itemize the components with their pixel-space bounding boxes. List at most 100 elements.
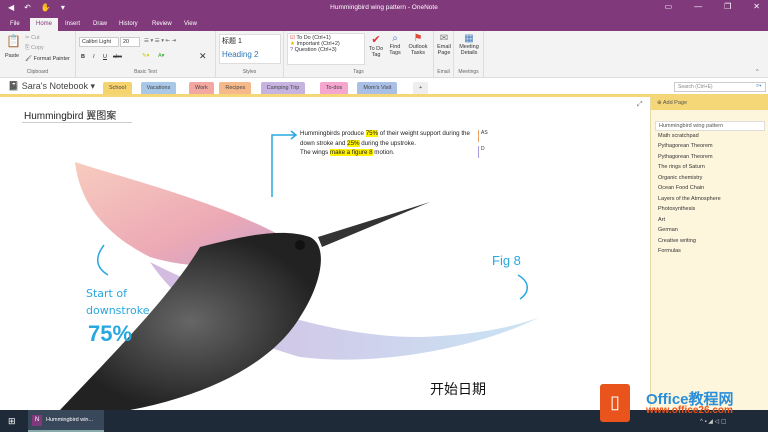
clipboard-label: Clipboard (26, 69, 49, 75)
page-list-item[interactable]: Math scratchpad (655, 132, 765, 142)
bird-beak (318, 202, 430, 247)
style-heading-2[interactable]: Heading 2 (222, 50, 278, 59)
notebook-bar: 📓 Sara's Notebook ▾ School Vacations Work R… (0, 78, 768, 95)
search-icon[interactable]: ⌕▾ (756, 83, 761, 90)
office-logo-icon: ▯ (600, 384, 630, 422)
notebook-name: Sara's Notebook (21, 81, 88, 91)
add-page-label: Add Page (662, 100, 688, 106)
envelope-icon: ✉ (439, 33, 449, 44)
highlight-75: 75% (365, 130, 379, 137)
cut-label: Cut (31, 35, 40, 41)
meeting-details-label: Meeting Details (459, 44, 479, 56)
title-bar: ◀ ↶ ✋ ▾ Hummingbird wing pattern - OneNo… (0, 0, 768, 16)
styles-label: Styles (242, 69, 257, 75)
note-text-part: The wings (300, 149, 330, 156)
start-icon[interactable]: ⊞ (8, 416, 16, 427)
ribbon-display-icon[interactable]: ▭ (665, 2, 673, 11)
flag-icon: ⚑ (413, 33, 423, 44)
tags-gallery[interactable]: ☑ To Do (Ctrl+1) ★ Important (Ctrl+2) ? … (287, 33, 365, 65)
onenote-icon: N (32, 415, 42, 426)
styles-gallery[interactable]: 标题 1 Heading 2 (219, 34, 281, 64)
strikethrough-button[interactable]: abc (113, 54, 122, 60)
outlook-tasks-label: Outlook Tasks (408, 44, 428, 56)
tab-home[interactable]: Home (30, 18, 59, 31)
page-list-item[interactable]: Creative writing (655, 237, 765, 247)
page-list-item[interactable]: Photosynthesis (655, 205, 765, 215)
page-list-item[interactable]: Art (655, 216, 765, 226)
styles-group: 标题 1 Heading 2 Styles (216, 31, 284, 77)
page-list-item[interactable]: The rings of Saturn (655, 163, 765, 173)
list-buttons[interactable]: ☰ ▾ ☰ ▾ ⇤ ⇥ (144, 38, 176, 44)
author-mark: AS (478, 130, 488, 142)
find-tags-button[interactable]: ⌕ Find Tags (387, 33, 403, 56)
page-list-item[interactable]: German (655, 226, 765, 236)
todo-tag-label: To Do Tag (368, 46, 384, 58)
outlook-tasks-button[interactable]: ⚑ Outlook Tasks (406, 33, 430, 56)
style-title[interactable]: 标题 1 (222, 36, 278, 46)
basic-text-group: Calibri Light 20 ☰ ▾ ☰ ▾ ⇤ ⇥ B I U abc ✎… (76, 31, 216, 77)
email-group: ✉ Email Page Email (434, 31, 454, 77)
page-list-item[interactable]: Pythagorean Theorem (655, 153, 765, 163)
tag-question[interactable]: ? Question (Ctrl+3) (290, 47, 362, 53)
notebook-icon: 📓 (8, 81, 20, 91)
taskbar-app-label: Hummingbird win... (46, 417, 94, 423)
page-list-item[interactable]: Pythagorean Theorem (655, 142, 765, 152)
basic-text-label: Basic Text (134, 69, 157, 75)
taskbar-onenote[interactable]: N Hummingbird win... (28, 410, 104, 432)
ink-downstroke: downstroke (86, 304, 150, 317)
page-list-item[interactable]: Ocean Food Chain (655, 184, 765, 194)
ink-75-percent: 75% (88, 321, 133, 346)
watermark-url: www.office26.com (646, 405, 733, 416)
todo-tag-button[interactable]: ✔ To Do Tag (368, 33, 384, 58)
note-text[interactable]: Hummingbirds produce 75% of their weight… (300, 129, 480, 158)
meetings-group: ▦ Meeting Details Meetings (454, 31, 484, 77)
author-mark: D (478, 146, 485, 158)
page-list-item[interactable]: Hummingbird wing pattern (655, 121, 765, 131)
question-icon: ? (290, 47, 294, 53)
format-painter-button[interactable]: 🖌 Format Painter (25, 56, 70, 62)
font-select[interactable]: Calibri Light (79, 37, 119, 47)
clear-formatting-icon[interactable]: ✕ (199, 51, 207, 62)
tab-draw[interactable]: Draw (87, 18, 113, 31)
copy-button[interactable]: ⎘ Copy (25, 45, 44, 52)
tab-view[interactable]: View (178, 18, 203, 31)
highlight-25: 25% (347, 139, 360, 147)
ink-curve-right (517, 274, 528, 300)
tab-history[interactable]: History (113, 18, 144, 31)
page-canvas[interactable]: Hummingbird 翼图案 ⤢ Hummingbirds produce 7… (0, 97, 650, 410)
underline-button[interactable]: U (103, 54, 107, 60)
notebook-selector[interactable]: 📓 Sara's Notebook ▾ (8, 81, 95, 92)
restore-button[interactable]: ❐ (724, 2, 731, 11)
tab-review[interactable]: Review (146, 18, 178, 31)
meeting-details-button[interactable]: ▦ Meeting Details (455, 33, 483, 56)
bold-button[interactable]: B (81, 54, 85, 60)
highlight-icon[interactable]: ✎▾ (142, 53, 149, 59)
paste-button[interactable]: Paste (5, 53, 19, 59)
collapse-ribbon-icon[interactable]: ^ (756, 69, 759, 75)
format-painter-label: Format Painter (33, 56, 70, 62)
bird-eye (295, 240, 305, 250)
italic-button[interactable]: I (93, 54, 95, 60)
page-list-item[interactable]: Organic chemistry (655, 174, 765, 184)
add-page-button[interactable]: ⊕ Add Page (651, 97, 768, 110)
window-title: Hummingbird wing pattern - OneNote (330, 4, 438, 11)
email-page-button[interactable]: ✉ Email Page (435, 33, 453, 56)
minimize-button[interactable]: — (694, 2, 702, 11)
page-list-item[interactable]: Layers of the Atmosphere (655, 195, 765, 205)
paste-icon: 📋 (6, 34, 21, 48)
cut-button[interactable]: ✂ Cut (25, 35, 40, 41)
tags-group: ☑ To Do (Ctrl+1) ★ Important (Ctrl+2) ? … (284, 31, 434, 77)
tab-file[interactable]: File (4, 18, 26, 31)
system-tray-icons[interactable]: ^ ▪ ◢ ◁ ▢ (700, 418, 727, 425)
ribbon: 📋 Paste ✂ Cut ⎘ Copy 🖌 Format Painter Cl… (0, 31, 768, 78)
font-size-select[interactable]: 20 (120, 37, 140, 47)
ink-fig-8: Fig 8 (492, 253, 521, 268)
font-color-icon[interactable]: A▾ (158, 53, 164, 59)
ribbon-tabs: File Home Insert Draw History Review Vie… (0, 16, 768, 31)
close-button[interactable]: ✕ (753, 2, 760, 11)
search-input[interactable]: Search (Ctrl+E) (674, 82, 766, 92)
checkmark-icon: ✔ (371, 34, 381, 46)
tab-insert[interactable]: Insert (59, 18, 86, 31)
ink-arrow (271, 130, 298, 197)
page-list-item[interactable]: Formulas (655, 247, 765, 257)
